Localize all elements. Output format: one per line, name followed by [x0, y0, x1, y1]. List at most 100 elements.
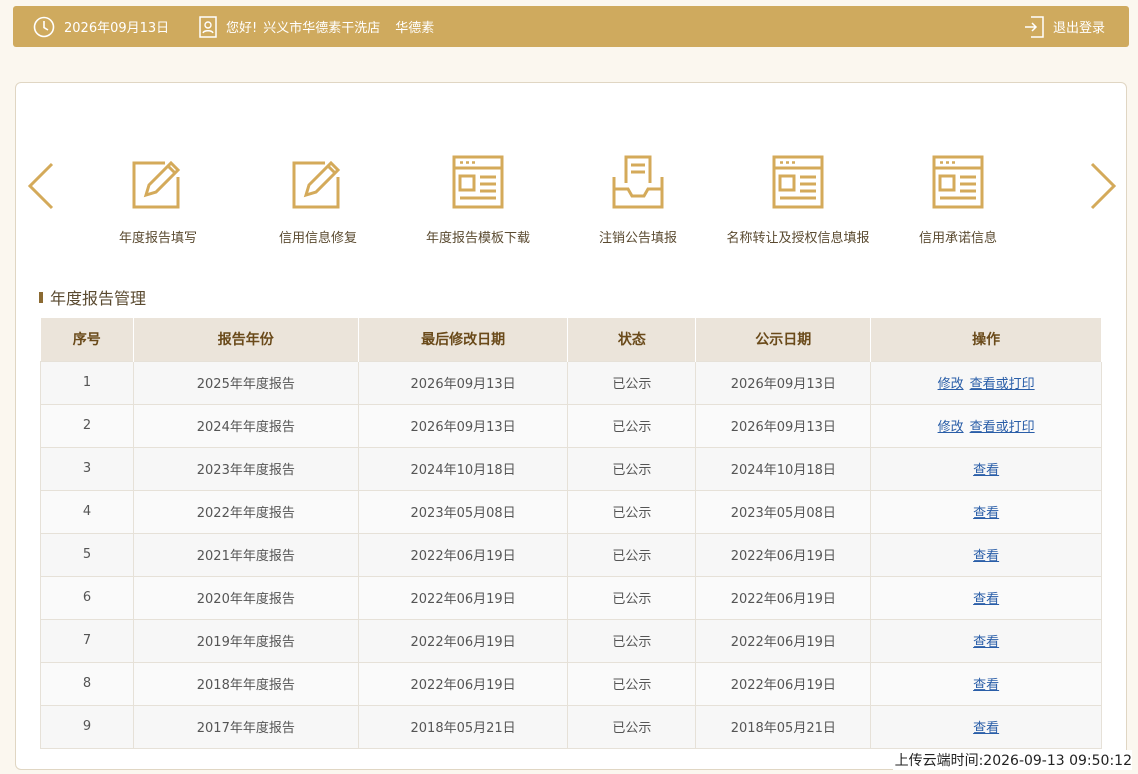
view-link[interactable]: 查看 — [973, 463, 999, 478]
view-link[interactable]: 查看 — [973, 549, 999, 564]
carousel-next-icon[interactable] — [1088, 161, 1118, 211]
main-card: 年度报告填写 信用信息修复 年度报告模板下载 注销公告填报 名称转让及授权信息填… — [15, 82, 1127, 770]
table-header-row: 序号 报告年份 最后修改日期 状态 公示日期 操作 — [40, 318, 1102, 361]
carousel-prev-icon[interactable] — [26, 161, 56, 211]
cell-actions: 查看 — [870, 704, 1102, 749]
cell-published: 2026年09月13日 — [695, 360, 872, 405]
view-link[interactable]: 查看 — [973, 635, 999, 650]
cell-no: 6 — [40, 575, 134, 620]
document-icon — [932, 155, 984, 209]
cell-modified: 2022年06月19日 — [357, 532, 569, 577]
cell-modified: 2022年06月19日 — [357, 618, 569, 663]
func-credit-commitment[interactable]: 信用承诺信息 — [878, 155, 1038, 246]
cell-actions: 查看 — [870, 489, 1102, 534]
current-date: 2026年09月13日 — [64, 21, 170, 36]
cell-no: 9 — [40, 704, 134, 749]
cell-year: 2019年年度报告 — [132, 618, 359, 663]
view-link[interactable]: 查看 — [973, 721, 999, 736]
cell-actions: 查看 — [870, 661, 1102, 706]
table-row: 5 2021年年度报告 2022年06月19日 已公示 2022年06月19日 查看 — [40, 532, 1102, 577]
cell-modified: 2022年06月19日 — [357, 661, 569, 706]
cell-actions: 查看 — [870, 575, 1102, 620]
cell-status: 已公示 — [567, 704, 697, 749]
func-cancellation-notice[interactable]: 注销公告填报 — [558, 155, 718, 246]
cell-no: 3 — [40, 446, 134, 491]
header-actions: 操作 — [870, 318, 1102, 361]
func-label: 年度报告模板下载 — [425, 231, 530, 246]
edit-icon — [132, 160, 181, 209]
view-print-link[interactable]: 查看或打印 — [970, 420, 1035, 435]
edit-link[interactable]: 修改 — [938, 377, 964, 392]
table-row: 8 2018年年度报告 2022年06月19日 已公示 2022年06月19日 查看 — [40, 661, 1102, 706]
table-row: 4 2022年年度报告 2023年05月08日 已公示 2023年05月08日 查看 — [40, 489, 1102, 534]
greeting-text: 您好! — [226, 21, 258, 36]
func-annual-report-fill[interactable]: 年度报告填写 — [78, 155, 238, 246]
cell-modified: 2026年09月13日 — [357, 360, 569, 405]
table-row: 3 2023年年度报告 2024年10月18日 已公示 2024年10月18日 查看 — [40, 446, 1102, 491]
edit-icon — [292, 160, 341, 209]
cell-modified: 2022年06月19日 — [357, 575, 569, 620]
cell-actions: 查看 — [870, 446, 1102, 491]
cell-published: 2022年06月19日 — [695, 618, 872, 663]
func-label: 信用承诺信息 — [918, 231, 997, 246]
cell-year: 2020年年度报告 — [132, 575, 359, 620]
func-label: 注销公告填报 — [598, 231, 677, 246]
func-name-transfer[interactable]: 名称转让及授权信息填报 — [718, 155, 878, 246]
view-link[interactable]: 查看 — [973, 592, 999, 607]
cell-status: 已公示 — [567, 618, 697, 663]
cell-status: 已公示 — [567, 403, 697, 448]
func-template-download[interactable]: 年度报告模板下载 — [398, 155, 558, 246]
cell-modified: 2023年05月08日 — [357, 489, 569, 534]
cell-year: 2022年年度报告 — [132, 489, 359, 534]
cell-no: 1 — [40, 360, 134, 405]
cell-actions: 修改 查看或打印 — [870, 403, 1102, 448]
clock-icon — [33, 16, 55, 37]
header-modified: 最后修改日期 — [358, 318, 569, 361]
cell-status: 已公示 — [567, 489, 697, 534]
cell-year: 2021年年度报告 — [132, 532, 359, 577]
cell-published: 2022年06月19日 — [695, 575, 872, 620]
document-icon — [452, 155, 504, 209]
edit-link[interactable]: 修改 — [938, 420, 964, 435]
table-row: 2 2024年年度报告 2026年09月13日 已公示 2026年09月13日 修改 查看或… — [40, 403, 1102, 448]
cell-no: 2 — [40, 403, 134, 448]
section-title-text: 年度报告管理 — [50, 289, 147, 308]
table-row: 1 2025年年度报告 2026年09月13日 已公示 2026年09月13日 修改 查看或… — [40, 360, 1102, 405]
table-row: 6 2020年年度报告 2022年06月19日 已公示 2022年06月19日 查看 — [40, 575, 1102, 620]
inbox-icon — [612, 155, 664, 209]
view-link[interactable]: 查看 — [973, 678, 999, 693]
document-icon — [772, 155, 824, 209]
cell-year: 2024年年度报告 — [132, 403, 359, 448]
cell-modified: 2026年09月13日 — [357, 403, 569, 448]
logout-label: 退出登录 — [1052, 21, 1105, 36]
user-name: 华德素 — [395, 21, 435, 36]
cell-actions: 查看 — [870, 618, 1102, 663]
title-marker — [39, 291, 43, 303]
header-status: 状态 — [567, 318, 697, 361]
section-title: 年度报告管理 — [39, 285, 146, 309]
cell-actions: 修改 查看或打印 — [870, 360, 1102, 405]
table-row: 9 2017年年度报告 2018年05月21日 已公示 2018年05月21日 查看 — [40, 704, 1102, 749]
func-credit-repair[interactable]: 信用信息修复 — [238, 155, 398, 246]
cell-year: 2017年年度报告 — [132, 704, 359, 749]
cell-actions: 查看 — [870, 532, 1102, 577]
header-published: 公示日期 — [695, 318, 872, 361]
logout-icon — [1024, 15, 1044, 38]
func-label: 信用信息修复 — [278, 231, 357, 246]
user-info: 您好! 兴义市华德素干洗店 华德素 — [199, 6, 434, 47]
view-print-link[interactable]: 查看或打印 — [970, 377, 1035, 392]
cell-published: 2026年09月13日 — [695, 403, 872, 448]
cell-published: 2018年05月21日 — [695, 704, 872, 749]
cell-year: 2023年年度报告 — [132, 446, 359, 491]
cell-no: 8 — [40, 661, 134, 706]
view-link[interactable]: 查看 — [973, 506, 999, 521]
cell-published: 2022年06月19日 — [695, 661, 872, 706]
header-no: 序号 — [40, 318, 134, 361]
cell-status: 已公示 — [567, 446, 697, 491]
cell-modified: 2024年10月18日 — [357, 446, 569, 491]
logout-button[interactable]: 退出登录 — [1024, 6, 1105, 47]
cell-published: 2022年06月19日 — [695, 532, 872, 577]
cell-status: 已公示 — [567, 532, 697, 577]
cell-year: 2018年年度报告 — [132, 661, 359, 706]
func-label: 名称转让及授权信息填报 — [726, 231, 870, 246]
